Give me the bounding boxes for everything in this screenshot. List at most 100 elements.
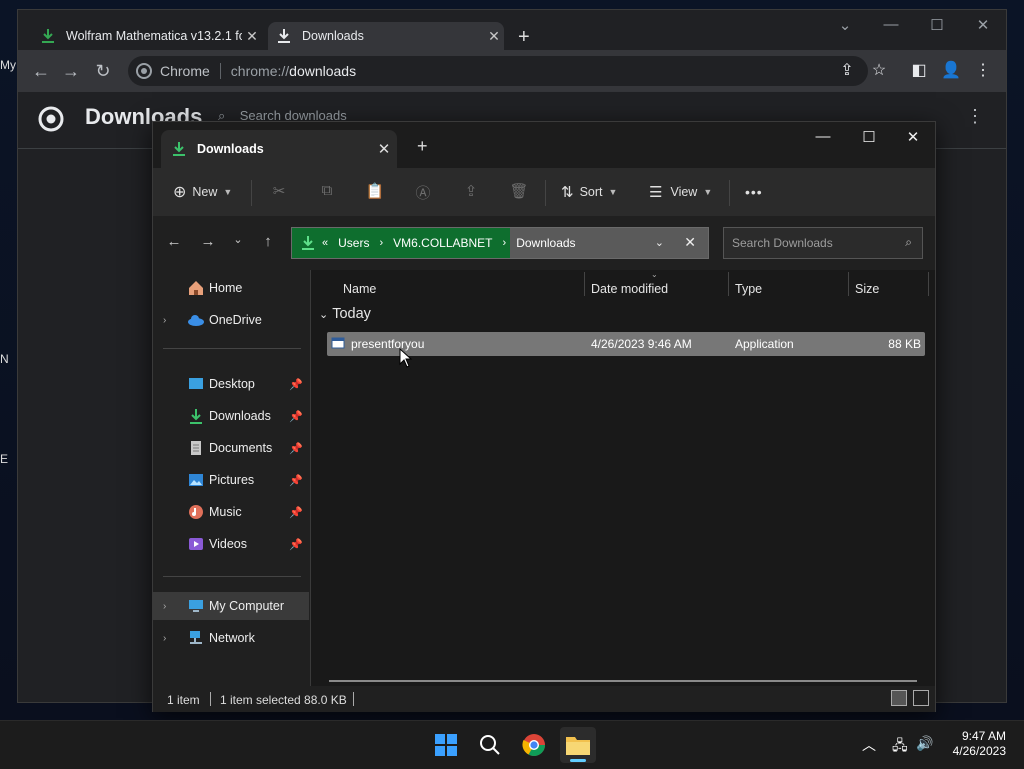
nav-item-videos[interactable]: Videos 📌 xyxy=(153,530,309,558)
column-divider[interactable] xyxy=(584,272,585,296)
command-bar: ⊕ New ▼ ✂ ⧉ 📋 Ⓐ ⇪ 🗑 ⇅ Sort ▼ ☰ View ▼ ••• xyxy=(153,168,935,217)
nav-label: Music xyxy=(209,505,242,519)
nav-item-home[interactable]: Home xyxy=(153,274,309,302)
chevron-right-icon[interactable]: › xyxy=(163,601,177,612)
nav-item-onedrive[interactable]: › OneDrive xyxy=(153,306,309,334)
desktop-icon-label[interactable]: E xyxy=(0,452,18,466)
new-button[interactable]: ⊕ New ▼ xyxy=(173,180,232,204)
bookmark-star-icon[interactable]: ☆ xyxy=(868,60,890,80)
chevron-right-icon[interactable]: › xyxy=(163,315,177,326)
details-view-icon[interactable] xyxy=(891,690,907,706)
forward-arrow-icon[interactable]: → xyxy=(60,60,82,82)
share-icon[interactable]: ⇪ xyxy=(836,60,858,80)
table-row[interactable]: presentforyou 4/26/2023 9:46 AM Applicat… xyxy=(327,332,925,356)
chevron-down-icon: ▼ xyxy=(703,187,713,197)
paste-icon[interactable]: 📋 xyxy=(363,182,387,200)
horizontal-scrollbar[interactable] xyxy=(329,680,917,682)
desktop-icon-label[interactable]: My xyxy=(0,58,18,72)
nav-item-my-computer[interactable]: › My Computer xyxy=(153,592,309,620)
rename-icon[interactable]: Ⓐ xyxy=(411,182,435,203)
file-explorer-taskbar-button[interactable] xyxy=(560,727,596,763)
explorer-tab-downloads[interactable]: Downloads ✕ xyxy=(161,130,397,168)
pin-icon[interactable]: 📌 xyxy=(289,506,309,519)
column-divider[interactable] xyxy=(728,272,729,296)
explorer-address-bar[interactable]: « Users › VM6.COLLABNET › Downloads ⌄ ✕ xyxy=(291,227,709,259)
pin-icon[interactable]: 📌 xyxy=(289,538,309,551)
recent-locations-icon[interactable]: ⌄ xyxy=(227,233,249,246)
chevron-right-icon[interactable]: › xyxy=(163,633,177,644)
column-header-name[interactable]: Name xyxy=(343,282,376,296)
see-more-button[interactable]: ••• xyxy=(745,180,763,204)
column-header-date[interactable]: Date modified xyxy=(591,282,668,296)
view-button[interactable]: ☰ View ▼ xyxy=(649,180,712,204)
forward-arrow-icon[interactable]: → xyxy=(197,233,219,250)
file-explorer-window: Downloads ✕ + — ☐ ✕ ⊕ New ▼ ✂ ⧉ 📋 Ⓐ ⇪ 🗑 ⇅… xyxy=(152,121,936,712)
desktop-icon-label[interactable]: N xyxy=(0,352,18,366)
new-tab-button[interactable]: + xyxy=(417,136,428,157)
clock[interactable]: 9:47 AM 4/26/2023 xyxy=(953,729,1006,759)
maximize-button[interactable]: ☐ xyxy=(922,16,952,34)
nav-item-network[interactable]: › Network xyxy=(153,624,309,652)
back-arrow-icon[interactable]: ← xyxy=(30,60,52,82)
close-icon[interactable]: ✕ xyxy=(684,234,696,251)
reload-icon[interactable]: ↻ xyxy=(92,60,114,82)
chevron-up-icon[interactable]: ︿ xyxy=(862,735,876,755)
share-icon[interactable]: ⇪ xyxy=(459,182,483,200)
up-arrow-icon[interactable]: ↑ xyxy=(257,233,279,250)
delete-icon[interactable]: 🗑 xyxy=(507,182,531,200)
back-arrow-icon[interactable]: ← xyxy=(163,233,185,250)
chrome-taskbar-button[interactable] xyxy=(516,727,552,763)
divider xyxy=(163,576,301,577)
chevron-right-icon[interactable]: › xyxy=(379,237,383,249)
tiles-view-icon[interactable] xyxy=(913,690,929,706)
column-header-type[interactable]: Type xyxy=(735,282,762,296)
close-button[interactable]: ✕ xyxy=(893,128,933,146)
menu-kebab-icon[interactable]: ⋮ xyxy=(966,106,984,127)
volume-icon[interactable]: 🔊 xyxy=(916,735,933,752)
address-bar[interactable]: Chrome chrome://downloads xyxy=(128,56,868,86)
network-tray-icon[interactable]: 🖧 xyxy=(892,735,908,759)
breadcrumb-user[interactable]: VM6.COLLABNET xyxy=(393,236,492,250)
divider xyxy=(353,692,354,706)
column-header-size[interactable]: Size xyxy=(855,282,879,296)
start-button[interactable] xyxy=(428,727,464,763)
new-tab-button[interactable]: + xyxy=(518,26,530,49)
tab-search-icon[interactable]: ⌄ xyxy=(830,16,860,34)
nav-item-documents[interactable]: Documents 📌 xyxy=(153,434,309,462)
chevron-down-icon[interactable]: ⌄ xyxy=(655,236,664,249)
nav-item-desktop[interactable]: Desktop 📌 xyxy=(153,370,309,398)
breadcrumb-downloads[interactable]: Downloads xyxy=(516,236,575,250)
close-button[interactable]: ✕ xyxy=(968,16,998,34)
cut-icon[interactable]: ✂ xyxy=(267,182,291,200)
search-input[interactable]: Search Downloads ⌕ xyxy=(723,227,923,259)
side-panel-icon[interactable]: ◧ xyxy=(908,60,930,80)
group-header-today[interactable]: ⌄ Today xyxy=(319,306,371,322)
nav-item-pictures[interactable]: Pictures 📌 xyxy=(153,466,309,494)
close-icon[interactable]: ✕ xyxy=(484,28,504,45)
address-row: ← → ⌄ ↑ « Users › VM6.COLLABNET › Downlo… xyxy=(153,216,935,270)
maximize-button[interactable]: ☐ xyxy=(849,128,889,146)
menu-kebab-icon[interactable]: ⋮ xyxy=(972,60,994,80)
profile-icon[interactable]: 👤 xyxy=(940,60,962,80)
minimize-button[interactable]: — xyxy=(876,16,906,33)
close-icon[interactable]: ✕ xyxy=(371,140,397,158)
overflow-chevron-icon[interactable]: « xyxy=(322,237,328,249)
column-divider[interactable] xyxy=(928,272,929,296)
pin-icon[interactable]: 📌 xyxy=(289,410,309,423)
pin-icon[interactable]: 📌 xyxy=(289,442,309,455)
sort-button[interactable]: ⇅ Sort ▼ xyxy=(561,180,617,204)
chrome-tab-mathematica[interactable]: Wolfram Mathematica v13.2.1 fo ✕ xyxy=(32,22,262,50)
pin-icon[interactable]: 📌 xyxy=(289,378,309,391)
nav-item-music[interactable]: Music 📌 xyxy=(153,498,309,526)
minimize-button[interactable]: — xyxy=(803,128,843,145)
search-button[interactable] xyxy=(472,727,508,763)
column-divider[interactable] xyxy=(848,272,849,296)
chrome-tab-downloads[interactable]: Downloads ✕ xyxy=(268,22,504,50)
close-icon[interactable]: ✕ xyxy=(242,28,262,45)
copy-icon[interactable]: ⧉ xyxy=(315,182,339,199)
search-placeholder: Search Downloads xyxy=(732,236,833,250)
chevron-right-icon[interactable]: › xyxy=(503,237,507,249)
nav-item-downloads[interactable]: Downloads 📌 xyxy=(153,402,309,430)
breadcrumb-users[interactable]: Users xyxy=(338,236,369,250)
pin-icon[interactable]: 📌 xyxy=(289,474,309,487)
